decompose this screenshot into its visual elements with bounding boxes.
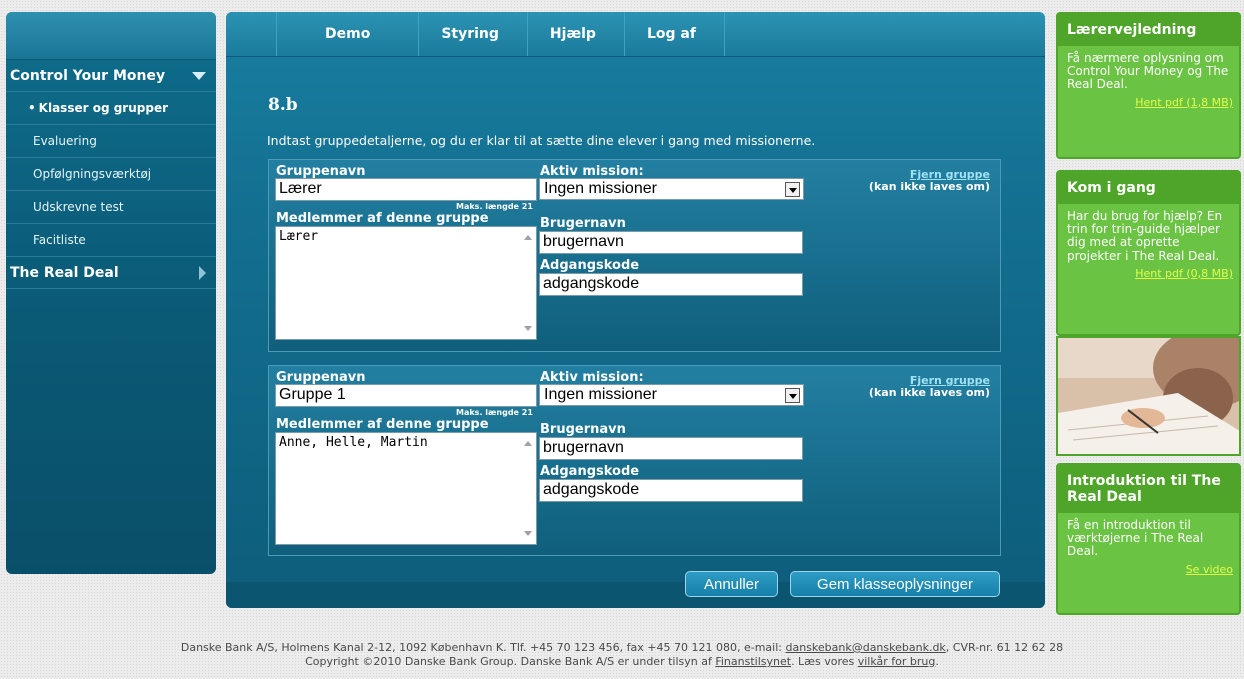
sidebar-item-facitliste[interactable]: Facitliste [6,224,216,257]
scroll-up-icon[interactable] [524,441,532,446]
username-label: Brugernavn [540,216,626,231]
active-mission-label: Aktiv mission: [540,164,644,179]
box-text: Har du brug for hjælp? En trin for trin-… [1067,209,1223,263]
mission-select-value: Ingen missioner [544,386,657,403]
sidebar-section-control-your-money[interactable]: Control Your Money [6,60,216,92]
scroll-up-icon[interactable] [524,235,532,240]
email-link[interactable]: danskebank@danskebank.dk [785,641,945,654]
group-name-label: Gruppenavn [276,164,366,179]
footer-cvr: , CVR-nr. 61 12 62 28 [945,641,1064,654]
terms-link[interactable]: vilkår for brug [858,655,936,668]
box-title: Lærervejledning [1058,14,1239,46]
group-box-1: Gruppenavn Lærer Maks. længde 21 Medlemm… [268,159,1001,352]
box-text: Få en introduktion til værktøjerne i The… [1067,518,1204,559]
intro-text: Indtast gruppedetaljerne, og du er klar … [267,133,816,148]
sidebar-item-label: Udskrevne test [33,200,124,214]
sidebar-section-the-real-deal[interactable]: The Real Deal [6,257,216,289]
photo-illustration [1058,338,1239,454]
footer-text: . Læs vores [791,655,858,668]
sidebar-item-evaluering[interactable]: Evaluering [6,125,216,158]
username-input[interactable]: brugernavn [539,231,803,254]
nav-demo[interactable]: Demo [276,12,420,56]
textarea-scrollbar[interactable] [519,227,536,339]
box-title: Introduktion til The Real Deal [1058,465,1239,513]
sidebar-section-label: Control Your Money [10,67,166,84]
sidebar-item-opfolgningsvaerktoj[interactable]: Opfølgningsværktøj [6,158,216,191]
sidebar-section-label: The Real Deal [10,264,119,281]
cancel-button[interactable]: Annuller [685,571,778,597]
sidebar-item-klasser-og-grupper[interactable]: Klasser og grupper [6,92,216,125]
dropdown-arrow-icon[interactable] [785,182,800,197]
footer-text: . [935,655,939,668]
group-name-input[interactable]: Lærer [275,178,537,201]
nav-styring[interactable]: Styring [419,12,528,56]
top-navigation: Demo Styring Hjælp Log af [226,12,1045,57]
password-input[interactable]: adgangskode [539,273,803,296]
footer-address: Danske Bank A/S, Holmens Kanal 2-12, 109… [180,641,786,654]
active-mission-label: Aktiv mission: [540,370,644,385]
box-text: Få nærmere oplysning om Control Your Mon… [1067,51,1229,92]
main-panel: Demo Styring Hjælp Log af 8.b Indtast gr… [226,12,1045,608]
password-input[interactable]: adgangskode [539,479,803,502]
nav-log-af[interactable]: Log af [625,12,725,56]
sidebar-item-label: Evaluering [33,134,97,148]
save-button[interactable]: Gem klasseoplysninger [790,571,1000,597]
max-length-hint: Maks. længde 21 [456,408,533,417]
members-label: Medlemmer af denne gruppe [276,417,489,432]
members-label: Medlemmer af denne gruppe [276,211,489,226]
footer-line-2: Copyright ©2010 Danske Bank Group. Dansk… [0,655,1244,669]
members-textarea[interactable]: Anne, Helle, Martin [275,432,537,545]
watch-video-link[interactable]: Se video [1058,559,1239,580]
scroll-down-icon[interactable] [524,531,532,536]
student-writing-photo [1056,336,1241,456]
mission-select[interactable]: Ingen missioner [539,178,804,200]
textarea-scrollbar[interactable] [519,433,536,544]
download-pdf-link[interactable]: Hent pdf (1,8 MB) [1058,92,1239,113]
sidebar-item-label: Facitliste [33,233,86,247]
members-text: Lærer [279,229,319,244]
sidebar-item-label: Klasser og grupper [38,101,168,115]
username-label: Brugernavn [540,422,626,437]
username-input[interactable]: brugernavn [539,437,803,460]
max-length-hint: Maks. længde 21 [456,202,533,211]
password-label: Adgangskode [540,258,640,273]
mission-select[interactable]: Ingen missioner [539,384,804,406]
chevron-right-icon [199,265,206,280]
footer-line-1: Danske Bank A/S, Holmens Kanal 2-12, 109… [0,641,1244,655]
page-footer: Danske Bank A/S, Holmens Kanal 2-12, 109… [0,641,1244,669]
finanstilsynet-link[interactable]: Finanstilsynet [715,655,791,668]
members-text: Anne, Helle, Martin [279,435,428,450]
teacher-guide-box: Lærervejledning Få nærmere oplysning om … [1056,12,1241,159]
members-textarea[interactable]: Lærer [275,226,537,340]
group-box-2: Gruppenavn Gruppe 1 Maks. længde 21 Medl… [268,365,1001,556]
nav-hjaelp[interactable]: Hjælp [528,12,625,56]
remove-group-note: (kan ikke laves om) [868,386,990,399]
remove-group-note: (kan ikke laves om) [868,180,990,193]
scroll-down-icon[interactable] [524,326,532,331]
mission-select-value: Ingen missioner [544,180,657,197]
sidebar-item-label: Opfølgningsværktøj [33,167,152,181]
group-name-input[interactable]: Gruppe 1 [275,384,537,407]
group-name-label: Gruppenavn [276,370,366,385]
chevron-down-icon [192,71,206,80]
sidebar-header [6,12,216,60]
download-pdf-link[interactable]: Hent pdf (0,8 MB) [1058,263,1239,284]
intro-real-deal-box: Introduktion til The Real Deal Få en int… [1056,463,1241,615]
dropdown-arrow-icon[interactable] [785,388,800,403]
sidebar-item-udskrevne-test[interactable]: Udskrevne test [6,191,216,224]
box-title: Kom i gang [1058,172,1239,204]
left-sidebar: Control Your Money Klasser og grupper Ev… [6,12,216,574]
page-title: 8.b [268,95,298,115]
getting-started-box: Kom i gang Har du brug for hjælp? En tri… [1056,170,1241,336]
password-label: Adgangskode [540,464,640,479]
footer-copyright: Copyright ©2010 Danske Bank Group. Dansk… [305,655,716,668]
